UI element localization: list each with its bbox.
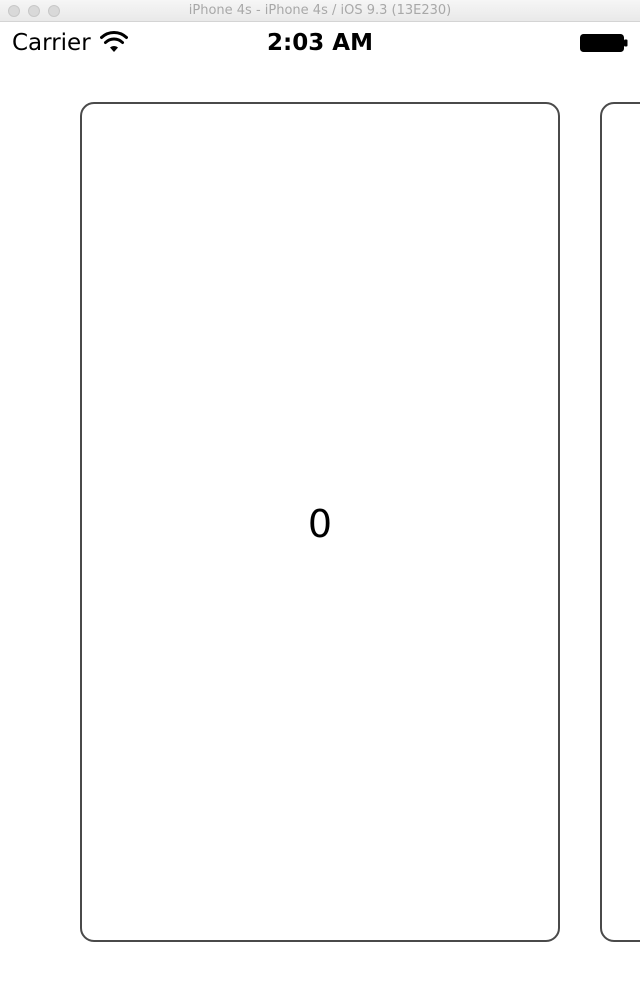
battery-icon: [580, 34, 628, 52]
card-next[interactable]: [600, 102, 640, 942]
window-title: iPhone 4s - iPhone 4s / iOS 9.3 (13E230): [188, 3, 452, 18]
title-bar: iPhone 4s - iPhone 4s / iOS 9.3 (13E230): [0, 0, 640, 22]
card-number-label: 0: [307, 502, 333, 546]
status-time: 2:03 AM: [267, 30, 373, 56]
card-current[interactable]: 0: [80, 102, 560, 942]
simulator-window: iPhone 4s - iPhone 4s / iOS 9.3 (13E230)…: [0, 0, 640, 982]
status-bar: Carrier 2:03 AM: [0, 22, 640, 62]
